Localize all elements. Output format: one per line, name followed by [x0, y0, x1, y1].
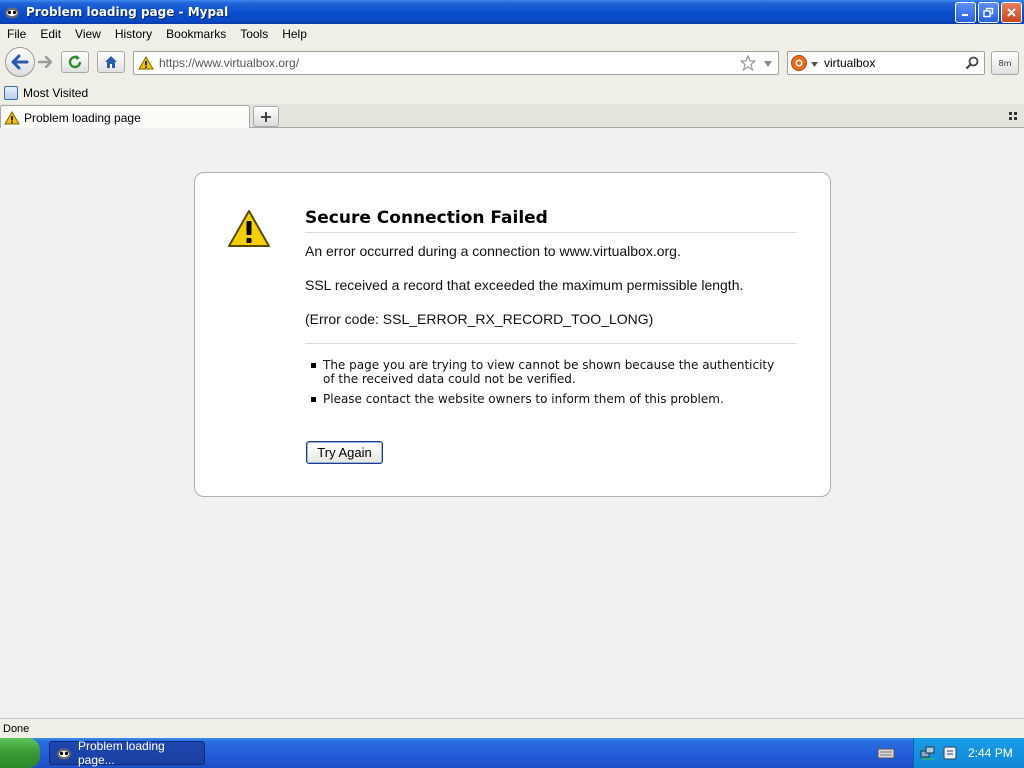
url-bar[interactable]: https://www.virtualbox.org/ — [133, 51, 779, 75]
menu-bar: File Edit View History Bookmarks Tools H… — [0, 24, 1024, 44]
tab-bar: Problem loading page — [0, 104, 1024, 129]
error-advice-list: The page you are trying to view cannot b… — [311, 358, 781, 412]
most-visited-folder-icon — [4, 86, 18, 100]
search-magnifier-icon[interactable] — [965, 56, 979, 70]
restore-button[interactable] — [978, 2, 999, 23]
addon-label: 8m — [998, 58, 1012, 68]
reload-button[interactable] — [61, 51, 89, 73]
list-all-tabs-icon[interactable] — [1008, 111, 1018, 124]
plus-icon — [261, 111, 271, 122]
search-bar[interactable]: virtualbox — [787, 51, 985, 75]
taskbar-item-browser[interactable]: Problem loading page... — [49, 739, 205, 767]
home-button[interactable] — [97, 51, 125, 73]
keyboard-icon[interactable] — [877, 746, 895, 763]
tab-label: Problem loading page — [24, 110, 141, 125]
page-content: Secure Connection Failed An error occurr… — [0, 128, 1024, 718]
navigation-toolbar: https://www.virtualbox.org/ virtualbox 8… — [0, 44, 1024, 82]
menu-file[interactable]: File — [0, 27, 33, 41]
try-again-button[interactable]: Try Again — [306, 441, 383, 464]
error-title: Secure Connection Failed — [305, 208, 797, 233]
clock: 2:44 PM — [968, 746, 1013, 760]
forward-button[interactable] — [34, 51, 56, 73]
back-arrow-icon — [11, 54, 29, 70]
taskbar-item-label: Problem loading page... — [78, 739, 165, 767]
error-page-container: Secure Connection Failed An error occurr… — [194, 172, 831, 497]
new-tab-button[interactable] — [253, 106, 279, 127]
tray-app-icon[interactable] — [942, 745, 958, 761]
status-text: Done — [3, 722, 30, 735]
window-titlebar[interactable]: Problem loading page - Mypal — [0, 0, 1024, 24]
mypal-app-icon — [4, 4, 20, 20]
error-description-1: An error occurred during a connection to… — [305, 243, 681, 259]
menu-edit[interactable]: Edit — [33, 27, 68, 41]
close-button[interactable] — [1001, 2, 1022, 23]
back-button[interactable] — [5, 47, 35, 77]
menu-view[interactable]: View — [68, 27, 108, 41]
addon-toolbar-button[interactable]: 8m — [991, 51, 1019, 75]
taskbar: Problem loading page... 2:44 PM — [0, 738, 1024, 768]
tab-problem-loading[interactable]: Problem loading page — [0, 105, 250, 129]
status-bar: Done — [0, 718, 1024, 738]
minimize-button[interactable] — [955, 2, 976, 23]
menu-help[interactable]: Help — [275, 27, 314, 41]
start-button[interactable] — [0, 738, 40, 768]
error-description-2: SSL received a record that exceeded the … — [305, 277, 744, 293]
tab-warning-icon — [4, 110, 20, 125]
error-code: (Error code: SSL_ERROR_RX_RECORD_TOO_LON… — [305, 311, 654, 327]
home-icon — [105, 56, 117, 68]
url-dropdown-icon[interactable] — [763, 58, 773, 71]
forward-arrow-icon — [38, 56, 52, 68]
bookmark-most-visited[interactable]: Most Visited — [4, 86, 88, 100]
error-warning-icon — [227, 209, 271, 252]
search-input[interactable]: virtualbox — [824, 56, 965, 70]
bookmark-label: Most Visited — [23, 86, 89, 100]
menu-tools[interactable]: Tools — [233, 27, 275, 41]
list-item: The page you are trying to view cannot b… — [311, 358, 781, 386]
window-title: Problem loading page - Mypal — [26, 5, 229, 19]
list-item: Please contact the website owners to inf… — [311, 392, 781, 406]
url-text: https://www.virtualbox.org/ — [159, 56, 300, 70]
menu-history[interactable]: History — [108, 27, 159, 41]
search-engine-icon[interactable] — [791, 55, 807, 71]
bookmarks-toolbar: Most Visited — [0, 82, 1024, 104]
warning-icon — [138, 56, 154, 70]
divider — [305, 343, 797, 344]
bookmark-star-icon[interactable] — [739, 54, 757, 74]
system-tray: 2:44 PM — [913, 738, 1024, 768]
network-icon[interactable] — [920, 745, 936, 761]
menu-bookmarks[interactable]: Bookmarks — [159, 27, 233, 41]
mypal-taskbar-icon — [56, 745, 72, 761]
search-engine-dropdown-icon[interactable] — [811, 57, 818, 70]
reload-icon — [68, 55, 82, 69]
